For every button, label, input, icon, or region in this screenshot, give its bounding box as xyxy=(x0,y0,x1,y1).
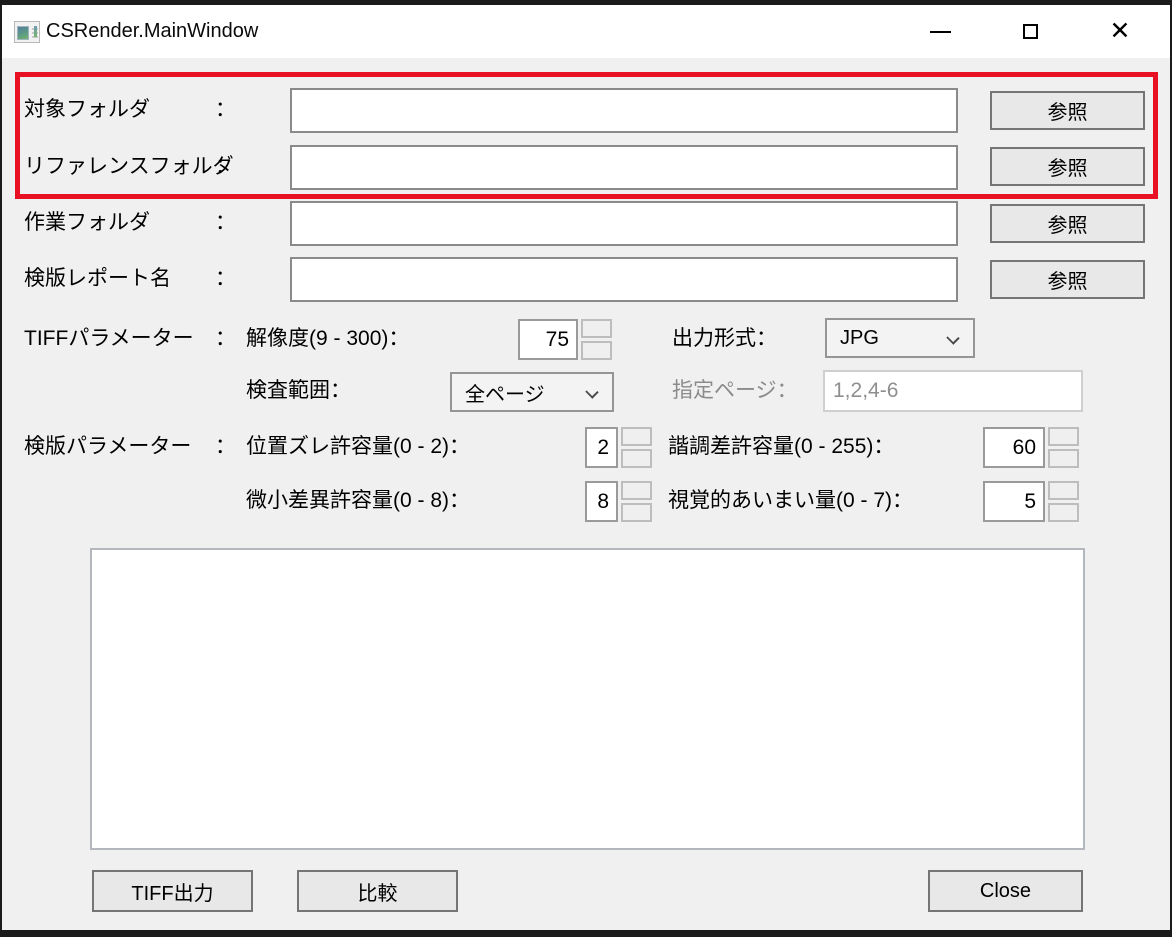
micro-diff-tolerance-label: 微小差異許容量(0 - 8)： xyxy=(246,488,470,514)
tone-tolerance-input[interactable] xyxy=(983,427,1045,468)
spin-down-button[interactable] xyxy=(1048,449,1079,468)
page-spec-input[interactable] xyxy=(823,370,1083,412)
reference-folder-input[interactable] xyxy=(290,145,958,190)
resolution-input[interactable] xyxy=(518,319,578,360)
page-spec-label: 指定ページ： xyxy=(672,378,798,404)
position-tolerance-label: 位置ズレ許容量(0 - 2)： xyxy=(246,434,470,460)
output-format-value: JPG xyxy=(827,327,879,350)
micro-diff-tolerance-input[interactable] xyxy=(585,481,618,522)
output-format-label: 出力形式： xyxy=(672,326,777,352)
compare-button[interactable]: 比較 xyxy=(297,870,458,912)
kenpan-params-label: 検版パラメーター xyxy=(24,434,191,460)
main-window: CSRender.MainWindow ✕ 対象フォルダ ： 参照 リファレンス… xyxy=(2,5,1170,930)
output-format-select[interactable]: JPG xyxy=(825,318,975,358)
window-title: CSRender.MainWindow xyxy=(46,20,258,43)
tone-tolerance-spinner xyxy=(1048,427,1079,468)
chevron-down-icon xyxy=(946,331,959,344)
target-folder-browse-button[interactable]: 参照 xyxy=(990,91,1145,130)
titlebar: CSRender.MainWindow ✕ xyxy=(2,5,1170,58)
reference-folder-browse-button[interactable]: 参照 xyxy=(990,147,1145,186)
minimize-button[interactable] xyxy=(895,5,985,58)
spin-up-button[interactable] xyxy=(621,481,652,500)
spin-up-button[interactable] xyxy=(1048,481,1079,500)
close-icon: ✕ xyxy=(1110,19,1131,44)
tone-tolerance-label: 諧調差許容量(0 - 255)： xyxy=(668,434,894,460)
resolution-spinner xyxy=(581,319,612,360)
kenpan-params-colon: ： xyxy=(215,434,236,460)
resolution-label: 解像度(9 - 300)： xyxy=(246,326,409,352)
spin-down-button[interactable] xyxy=(581,341,612,360)
target-folder-label: 対象フォルダ xyxy=(24,97,150,123)
spin-down-button[interactable] xyxy=(621,449,652,468)
visual-ambiguity-label: 視覚的あいまい量(0 - 7)： xyxy=(668,488,913,514)
work-folder-browse-button[interactable]: 参照 xyxy=(990,204,1145,243)
report-name-label: 検版レポート名 xyxy=(24,266,171,292)
spin-up-button[interactable] xyxy=(1048,427,1079,446)
position-tolerance-spinner xyxy=(621,427,652,468)
desktop-background: { "titlebar": { "title": "CSRender.MainW… xyxy=(0,0,1172,937)
spin-down-button[interactable] xyxy=(621,503,652,522)
tiff-params-colon: ： xyxy=(215,326,236,352)
reference-folder-label: リファレンスフォルダ xyxy=(24,154,234,180)
micro-diff-tolerance-spinner xyxy=(621,481,652,522)
scan-range-label: 検査範囲： xyxy=(246,378,351,404)
report-name-colon: ： xyxy=(215,266,236,292)
scan-range-value: 全ページ xyxy=(452,378,545,407)
minimize-icon xyxy=(930,31,951,33)
spin-up-button[interactable] xyxy=(621,427,652,446)
position-tolerance-input[interactable] xyxy=(585,427,618,468)
maximize-icon xyxy=(1023,24,1038,39)
log-output-area[interactable] xyxy=(90,548,1085,850)
scan-range-select[interactable]: 全ページ xyxy=(450,372,614,412)
close-window-button[interactable]: ✕ xyxy=(1075,5,1165,58)
report-name-browse-button[interactable]: 参照 xyxy=(990,260,1145,299)
report-name-input[interactable] xyxy=(290,257,958,302)
visual-ambiguity-input[interactable] xyxy=(983,481,1045,522)
work-folder-label: 作業フォルダ xyxy=(24,210,150,236)
target-folder-colon: ： xyxy=(215,97,236,123)
maximize-button[interactable] xyxy=(985,5,1075,58)
tiff-output-button[interactable]: TIFF出力 xyxy=(92,870,253,912)
chevron-down-icon xyxy=(585,385,598,398)
app-icon-picture xyxy=(17,26,29,40)
target-folder-input[interactable] xyxy=(290,88,958,133)
close-button[interactable]: Close xyxy=(928,870,1083,912)
work-folder-input[interactable] xyxy=(290,201,958,246)
spin-up-button[interactable] xyxy=(581,319,612,338)
reference-folder-colon: ： xyxy=(215,154,236,180)
spin-down-button[interactable] xyxy=(1048,503,1079,522)
visual-ambiguity-spinner xyxy=(1048,481,1079,522)
app-window-icon xyxy=(14,21,40,43)
tiff-params-label: TIFFパラメーター xyxy=(24,326,194,352)
work-folder-colon: ： xyxy=(215,210,236,236)
